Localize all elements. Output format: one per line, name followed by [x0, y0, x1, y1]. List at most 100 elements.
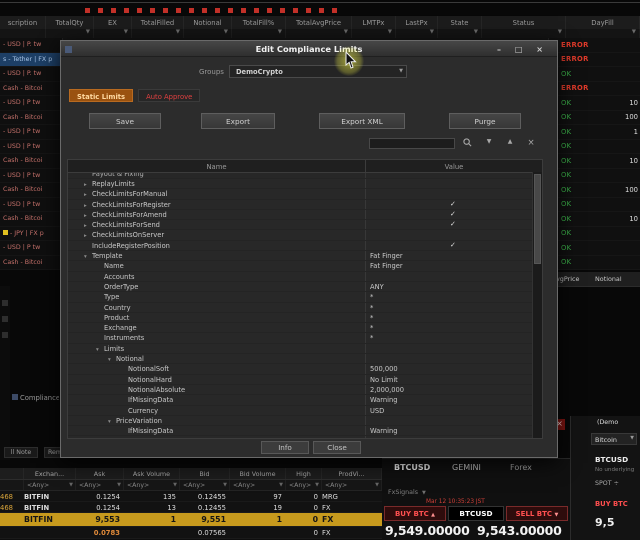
expander-icon[interactable]: ▾	[84, 254, 92, 260]
column-filter[interactable]: ▼	[482, 29, 566, 38]
column-filter[interactable]: ▼	[352, 29, 396, 38]
status-row[interactable]: OK	[549, 169, 640, 183]
expander-icon[interactable]: ▸	[84, 203, 92, 209]
blotter-column-header[interactable]: TotalFilled	[132, 16, 184, 29]
check-icon[interactable]: ✓	[450, 200, 456, 208]
status-row[interactable]: OK	[549, 198, 640, 212]
info-button[interactable]: Info	[261, 441, 309, 454]
tree-row[interactable]: NotionalHard No Limit	[68, 374, 542, 385]
column-filter[interactable]: ▼	[232, 29, 286, 38]
expander-icon[interactable]: ▸	[84, 223, 92, 229]
status-row[interactable]: OK	[549, 140, 640, 154]
instrument-row[interactable]: Cash - Bitcoi	[0, 111, 62, 125]
dialog-titlebar[interactable]: Edit Compliance Limits – □ ×	[61, 41, 557, 57]
column-filter[interactable]: ▼	[184, 29, 232, 38]
blotter-column-header[interactable]: DayFill	[566, 16, 640, 29]
fx-signals-label[interactable]: FxSignals	[388, 489, 418, 496]
instrument-row[interactable]: - USD | P tw	[0, 125, 62, 140]
toolbar-icon[interactable]	[2, 300, 8, 306]
quotes-column-header[interactable]: Bid	[180, 468, 230, 479]
status-row[interactable]: ERROR	[549, 82, 640, 96]
tree-row[interactable]: Product *	[68, 312, 542, 324]
scrollbar-thumb[interactable]	[534, 174, 541, 264]
expander-icon[interactable]: ▾	[108, 419, 116, 425]
column-filter[interactable]: ▼	[132, 29, 184, 38]
blotter-column-header[interactable]: LMTPx	[352, 16, 396, 29]
instrument-row[interactable]: Cash - Bitcoi	[0, 183, 62, 198]
quotes-column-filter[interactable]: <Any> ▼	[286, 480, 322, 490]
ticket-venue[interactable]: GEMINI	[452, 463, 481, 472]
tree-row[interactable]: ▸ CheckLimitsOnServer	[68, 230, 542, 241]
check-icon[interactable]: ✓	[450, 241, 456, 249]
quotes-column-filter[interactable]: <Any> ▼	[230, 480, 286, 490]
column-filter[interactable]: ▼	[94, 29, 132, 38]
mini-spot-label[interactable]: SPOT ÷	[595, 480, 619, 487]
close-button[interactable]: ×	[536, 45, 543, 54]
status-row[interactable]: OK	[549, 227, 640, 241]
blotter-column-header[interactable]: LastPx	[396, 16, 438, 29]
quotes-column-header[interactable]: Exchan...	[24, 468, 76, 479]
column-filter[interactable]: ▼	[286, 29, 352, 38]
blotter-column-header[interactable]: EX	[94, 16, 132, 29]
dialog-tab[interactable]: Static Limits	[69, 89, 134, 102]
status-row[interactable]: OK 10	[549, 212, 640, 227]
tree-row-value[interactable]: *	[366, 313, 542, 322]
chevron-down-icon[interactable]: ▼	[422, 490, 426, 496]
tree-row-value[interactable]: Warning	[366, 395, 542, 404]
tree-row-value[interactable]	[366, 230, 542, 239]
quote-row[interactable]: BITFIN 9,553 1 9,551 1 0 FX	[0, 513, 382, 527]
expander-icon[interactable]: ▸	[84, 192, 92, 198]
instrument-row[interactable]: - USD | P tw	[0, 169, 62, 183]
instrument-row[interactable]: Cash - Bitcoi	[0, 212, 62, 227]
name-column-header[interactable]: Name	[68, 160, 366, 172]
quote-row[interactable]: 468 BITFIN 0.1254 13 0.12455 19 0 FX	[0, 502, 382, 513]
blotter-column-header[interactable]: State	[438, 16, 482, 29]
dialog-tab[interactable]: Auto Approve	[138, 89, 201, 102]
tree-row[interactable]: ▸ CheckLimitsForAmend ✓	[68, 209, 542, 221]
instrument-row[interactable]: - JPY | FX p	[0, 227, 62, 241]
tree-row[interactable]: Instruments *	[68, 333, 542, 344]
status-row[interactable]: ERROR	[549, 38, 640, 53]
instrument-row[interactable]: Cash - Bitcoi	[0, 154, 62, 169]
search-prev-icon[interactable]: ▲	[504, 138, 516, 145]
tree-row[interactable]: ▸ ReplayLimits	[68, 179, 542, 190]
close-footer-button[interactable]: Close	[313, 441, 361, 454]
quotes-column-header[interactable]: ProdVi...	[322, 468, 382, 479]
instrument-row[interactable]: - USD | P tw	[0, 140, 62, 154]
status-row[interactable]: OK 10	[549, 154, 640, 169]
tree-row[interactable]: ▸ CheckLimitsForManual	[68, 189, 542, 200]
quotes-column-filter[interactable]	[0, 480, 24, 490]
column-filter[interactable]	[0, 29, 46, 38]
quotes-column-header[interactable]: Ask	[76, 468, 124, 479]
quotes-column-filter[interactable]: <Any> ▼	[180, 480, 230, 490]
tree-row-value[interactable]	[366, 354, 542, 363]
search-input[interactable]	[369, 138, 455, 149]
status-row[interactable]: OK 10	[549, 96, 640, 111]
search-clear-icon[interactable]: ×	[525, 138, 537, 148]
instrument-row[interactable]: - USD | P. tw	[0, 38, 62, 53]
status-row[interactable]: OK	[549, 67, 640, 82]
tree-scrollbar[interactable]	[532, 172, 542, 438]
tree-row-value[interactable]	[366, 189, 542, 198]
compliance-tab[interactable]: Compliance	[12, 394, 59, 405]
blotter-column-header[interactable]: TotalFill%	[232, 16, 286, 29]
status-row[interactable]: OK	[549, 256, 640, 270]
quote-row[interactable]: 0.0783 0.07565 0 FX	[0, 527, 382, 539]
blotter-column-header[interactable]: TotalAvgPrice	[286, 16, 352, 29]
instrument-row[interactable]: Cash - Bitcoi	[0, 256, 62, 270]
maximize-button[interactable]: □	[515, 45, 523, 54]
tree-row[interactable]: IfMissingData Warning	[68, 426, 542, 437]
tree-row-value[interactable]: No Limit	[366, 375, 542, 384]
tree-row[interactable]: ▸ CheckLimitsForRegister ✓	[68, 199, 542, 210]
tree-row[interactable]: ▾ Notional	[68, 354, 542, 365]
tree-row-value[interactable]: *	[366, 323, 542, 332]
search-icon[interactable]	[461, 138, 473, 149]
tree-row-value[interactable]: Fat Finger	[366, 261, 542, 270]
tree-row-value[interactable]: 2	[366, 436, 542, 438]
instrument-row[interactable]: - USD | P tw	[0, 241, 62, 256]
tree-row-value[interactable]: Fat Finger	[366, 251, 542, 260]
tree-row-value[interactable]: *	[366, 333, 542, 342]
expander-icon[interactable]: ▾	[108, 357, 116, 363]
tree-row-value[interactable]	[366, 344, 542, 353]
note-tab[interactable]: ll Note	[4, 447, 38, 458]
